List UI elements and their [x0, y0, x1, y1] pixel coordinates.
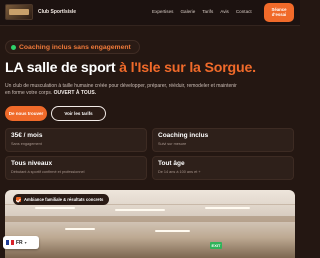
- hero-title-main: LA salle de sport: [5, 60, 120, 76]
- exit-sign: EXIT: [210, 242, 222, 249]
- gym-interior-photo: EXIT Ambiance familiale & résultats conc…: [5, 190, 295, 258]
- chevron-down-icon: ▾: [24, 240, 27, 245]
- feature-card-ages: Tout âge De 14 ans à 100 ans et +: [152, 156, 294, 180]
- feature-card-title: Coaching inclus: [158, 132, 209, 139]
- trial-session-button[interactable]: Séance d'essai: [264, 3, 294, 22]
- club-logo[interactable]: [5, 4, 33, 20]
- ceiling-light: [205, 207, 250, 209]
- ambiance-badge: Ambiance familiale & résultats concrets: [13, 194, 110, 205]
- feature-card-subtitle: Sans engagement: [11, 142, 42, 146]
- ceiling-light: [155, 230, 190, 232]
- feature-card-subtitle: Suivi sur mesure: [158, 142, 187, 146]
- feature-card-coaching: Coaching inclus Suivi sur mesure: [152, 128, 294, 152]
- france-flag-icon: [6, 239, 15, 246]
- ceiling-light: [35, 207, 75, 209]
- nav-item-tarifs[interactable]: Tarifs: [202, 9, 213, 14]
- ambiance-badge-text: Ambiance familiale & résultats concrets: [24, 197, 104, 202]
- nav-item-contact[interactable]: Contact: [236, 9, 252, 14]
- feature-card-title: Tout âge: [158, 160, 185, 167]
- feature-card-subtitle: Débutant à sportif confirmé et professio…: [11, 170, 85, 174]
- feature-card-subtitle: De 14 ans à 100 ans et +: [158, 170, 201, 174]
- hero-title: LA salle de sport à l'Isle sur la Sorgue…: [5, 60, 297, 76]
- feature-card-title: 35€ / mois: [11, 132, 43, 139]
- feature-card-title: Tous niveaux: [11, 160, 53, 167]
- coaching-badge-text: Coaching inclus sans engagement: [19, 43, 131, 51]
- ceiling-light: [115, 209, 165, 211]
- find-us-button[interactable]: De nous trouver: [5, 106, 47, 121]
- feature-card-price: 35€ / mois Sans engagement: [5, 128, 147, 152]
- checkmark-icon: [16, 197, 21, 202]
- hero-title-accent: à l'Isle sur la Sorgue.: [119, 60, 256, 76]
- coaching-badge: Coaching inclus sans engagement: [5, 40, 140, 54]
- status-dot-icon: [11, 44, 16, 50]
- nav-item-expertises[interactable]: Expertises: [152, 9, 173, 14]
- feature-card-levels: Tous niveaux Débutant à sportif confirmé…: [5, 156, 147, 180]
- trial-button-line2: d'essai: [271, 12, 287, 17]
- site-header: Club Sportlsisle Expertises Galerie Tari…: [0, 0, 300, 26]
- hero-description-bold: OUVERT À TOUS.: [53, 90, 97, 96]
- hero-description: Un club de musculation à taille humaine …: [5, 83, 240, 97]
- language-code: FR: [16, 239, 23, 246]
- language-selector[interactable]: FR ▾: [3, 236, 39, 249]
- ceiling-beam: [5, 216, 295, 222]
- logo-mark: [9, 9, 29, 15]
- nav-item-avis[interactable]: Avis: [220, 9, 229, 14]
- flag-stripe-red: [11, 239, 15, 246]
- nav-item-galerie[interactable]: Galerie: [180, 9, 195, 14]
- main-nav: Expertises Galerie Tarifs Avis Contact: [152, 9, 252, 14]
- ceiling-light: [65, 228, 95, 230]
- hero-description-text: Un club de musculation à taille humaine …: [5, 83, 237, 96]
- see-prices-button[interactable]: Voir les tarifs: [51, 106, 106, 121]
- brand-name[interactable]: Club Sportlsisle: [38, 9, 76, 15]
